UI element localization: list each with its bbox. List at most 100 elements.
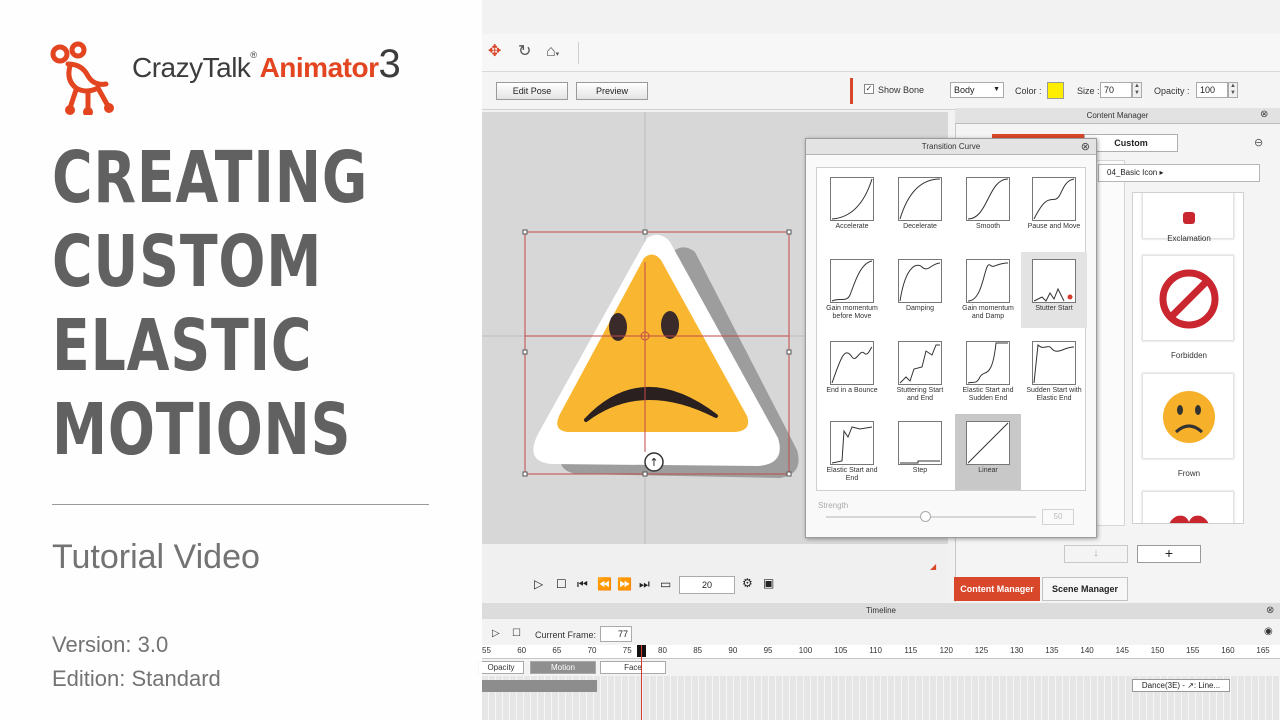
curve-option[interactable]: Gain momentum and Damp bbox=[955, 252, 1021, 328]
resize-corner-icon[interactable]: ◢ bbox=[930, 562, 936, 571]
strength-slider-handle[interactable] bbox=[920, 511, 931, 522]
curve-option[interactable]: Elastic Start and Sudden End bbox=[955, 334, 1021, 410]
transition-curve-dialog: Transition Curve ⊗ Accelerate Decelerate S… bbox=[805, 138, 1097, 538]
thumb-forbidden[interactable] bbox=[1142, 255, 1234, 341]
strength-slider-track[interactable] bbox=[826, 516, 1036, 518]
strength-input[interactable]: 50 bbox=[1042, 509, 1074, 525]
show-bone-label: Show Bone bbox=[878, 85, 925, 95]
motion-clip-bar[interactable] bbox=[482, 680, 597, 692]
content-thumbnail-grid[interactable]: Exclamation Forbidden Frown bbox=[1132, 192, 1244, 524]
dance-clip[interactable]: Dance(3E) - ↗: Line... bbox=[1132, 679, 1230, 692]
item-label: Exclamation bbox=[1167, 234, 1211, 243]
ruler-tick-label: 95 bbox=[763, 646, 773, 655]
curve-option[interactable]: Decelerate bbox=[887, 170, 953, 246]
curve-grid: Accelerate Decelerate Smooth Pause and Move… bbox=[816, 167, 1087, 491]
ruler-tick-label: 100 bbox=[798, 646, 813, 655]
film-icon[interactable]: ▣ bbox=[763, 576, 774, 590]
edition-text: Edition: Standard bbox=[52, 666, 221, 691]
collapse-icon[interactable]: ⊖ bbox=[1254, 136, 1263, 149]
curve-preview-icon bbox=[966, 341, 1010, 385]
curve-option[interactable]: Stutter Start bbox=[1021, 252, 1087, 328]
curve-preview-icon bbox=[966, 421, 1010, 465]
curve-preview-icon bbox=[898, 259, 942, 303]
opacity-input[interactable]: 100 bbox=[1196, 82, 1228, 98]
play-icon[interactable]: ▷ bbox=[492, 628, 500, 639]
ruler-tick-label: 140 bbox=[1080, 646, 1094, 655]
track-opacity[interactable]: Opacity bbox=[478, 661, 524, 674]
last-frame-icon[interactable]: ⏭ bbox=[639, 577, 650, 592]
stop-icon[interactable]: ☐ bbox=[512, 628, 521, 639]
curve-label: Gain momentum before Move bbox=[819, 305, 885, 321]
track-motion[interactable]: Motion bbox=[530, 661, 596, 674]
size-stepper[interactable]: ▲ ▼ bbox=[1132, 82, 1142, 98]
curve-label-line: Gain momentum bbox=[962, 305, 1014, 312]
version-text: Version: 3.0 bbox=[52, 632, 169, 657]
title-line-2: CUSTOM bbox=[52, 220, 323, 303]
content-manager-tab-custom[interactable]: Custom bbox=[1084, 134, 1178, 152]
play-icon[interactable]: ▷ bbox=[534, 577, 543, 591]
content-add-button[interactable]: + bbox=[1137, 545, 1201, 563]
curve-label-line: End bbox=[845, 475, 859, 482]
curve-option[interactable]: End in a Bounce bbox=[819, 334, 885, 410]
tab-scene-manager[interactable]: Scene Manager bbox=[1042, 577, 1128, 601]
thumb-exclamation[interactable] bbox=[1142, 193, 1234, 239]
color-swatch[interactable] bbox=[1047, 82, 1064, 99]
curve-option[interactable]: Damping bbox=[887, 252, 953, 328]
show-bone-checkbox[interactable]: ✓ bbox=[864, 84, 874, 94]
thumb-heart[interactable] bbox=[1142, 491, 1234, 523]
opacity-stepper[interactable]: ▲ ▼ bbox=[1228, 82, 1238, 98]
curve-option[interactable]: Smooth bbox=[955, 170, 1021, 246]
curve-option[interactable]: Step bbox=[887, 414, 953, 490]
curve-preview-icon bbox=[1032, 259, 1076, 303]
preview-button[interactable]: Preview bbox=[576, 82, 648, 100]
eye-icon[interactable]: ◉ bbox=[1264, 626, 1273, 637]
thumb-frown[interactable] bbox=[1142, 373, 1234, 459]
curve-label-line: Damping bbox=[905, 305, 934, 312]
ruler-tick-label: 120 bbox=[939, 646, 953, 655]
first-frame-icon[interactable]: ⏮ bbox=[577, 577, 588, 592]
edit-pose-button[interactable]: Edit Pose bbox=[496, 82, 568, 100]
body-select-value: Body bbox=[954, 85, 975, 95]
tab-content-manager[interactable]: Content Manager bbox=[954, 577, 1040, 601]
curve-label-line: End in a Bounce bbox=[826, 387, 878, 394]
next-frame-icon[interactable]: ⏩ bbox=[617, 577, 632, 591]
logo-word-a: CrazyTalk bbox=[132, 52, 251, 83]
track-face[interactable]: Face bbox=[600, 661, 666, 674]
curve-option[interactable]: Pause and Move bbox=[1021, 170, 1087, 246]
curve-option[interactable]: Linear bbox=[955, 414, 1021, 490]
current-frame-input[interactable]: 77 bbox=[600, 626, 632, 642]
ruler-tick-label: 110 bbox=[869, 646, 882, 655]
curve-label-line: before Move bbox=[832, 313, 872, 320]
rotate-icon[interactable]: ↻ bbox=[518, 44, 531, 60]
curve-option[interactable]: Accelerate bbox=[819, 170, 885, 246]
gear-icon[interactable]: ⚙ bbox=[742, 576, 753, 590]
title-line-3: ELASTIC bbox=[52, 304, 313, 387]
curve-label: Pause and Move bbox=[1021, 223, 1087, 231]
stop-icon[interactable]: ☐ bbox=[556, 577, 567, 591]
curve-option[interactable]: Gain momentum before Move bbox=[819, 252, 885, 328]
content-path-breadcrumb[interactable]: 04_Basic Icon ▸ bbox=[1098, 164, 1260, 182]
ruler-tick-label: 55 bbox=[482, 646, 491, 655]
curve-option[interactable]: Sudden Start with Elastic End bbox=[1021, 334, 1087, 410]
exclamation-icon bbox=[1183, 212, 1195, 224]
prev-frame-icon[interactable]: ⏪ bbox=[597, 577, 612, 591]
pose-toolbar: Edit Pose Preview ✓ Show Bone Body ▼ Colo… bbox=[482, 72, 1280, 110]
timeline-title: Timeline bbox=[482, 603, 1280, 619]
curve-label-line: Sudden Start with bbox=[1026, 387, 1082, 394]
curve-option[interactable]: Stuttering Start and End bbox=[887, 334, 953, 410]
frame-input[interactable]: 20 bbox=[679, 576, 735, 594]
size-input[interactable]: 70 bbox=[1100, 82, 1132, 98]
close-icon[interactable]: ⊗ bbox=[1081, 140, 1090, 153]
curve-label-line: Linear bbox=[978, 467, 998, 474]
content-down-button[interactable]: ↓ bbox=[1064, 545, 1128, 563]
close-icon[interactable]: ⊗ bbox=[1266, 605, 1274, 616]
toolbar-divider bbox=[578, 42, 579, 64]
curve-option[interactable]: Elastic Start and End bbox=[819, 414, 885, 490]
home-icon[interactable]: ⌂▾ bbox=[546, 44, 559, 63]
body-select[interactable]: Body ▼ bbox=[950, 82, 1004, 98]
curve-label: Decelerate bbox=[887, 223, 953, 231]
loop-icon[interactable]: ▭ bbox=[660, 577, 671, 591]
timeline-ruler[interactable]: 55 60 65 70 75 80 85 90 95 100 105 110 115 120 125 130 1… bbox=[482, 645, 1280, 659]
move-icon[interactable]: ✥ bbox=[488, 44, 501, 60]
close-icon[interactable]: ⊗ bbox=[1260, 109, 1268, 120]
